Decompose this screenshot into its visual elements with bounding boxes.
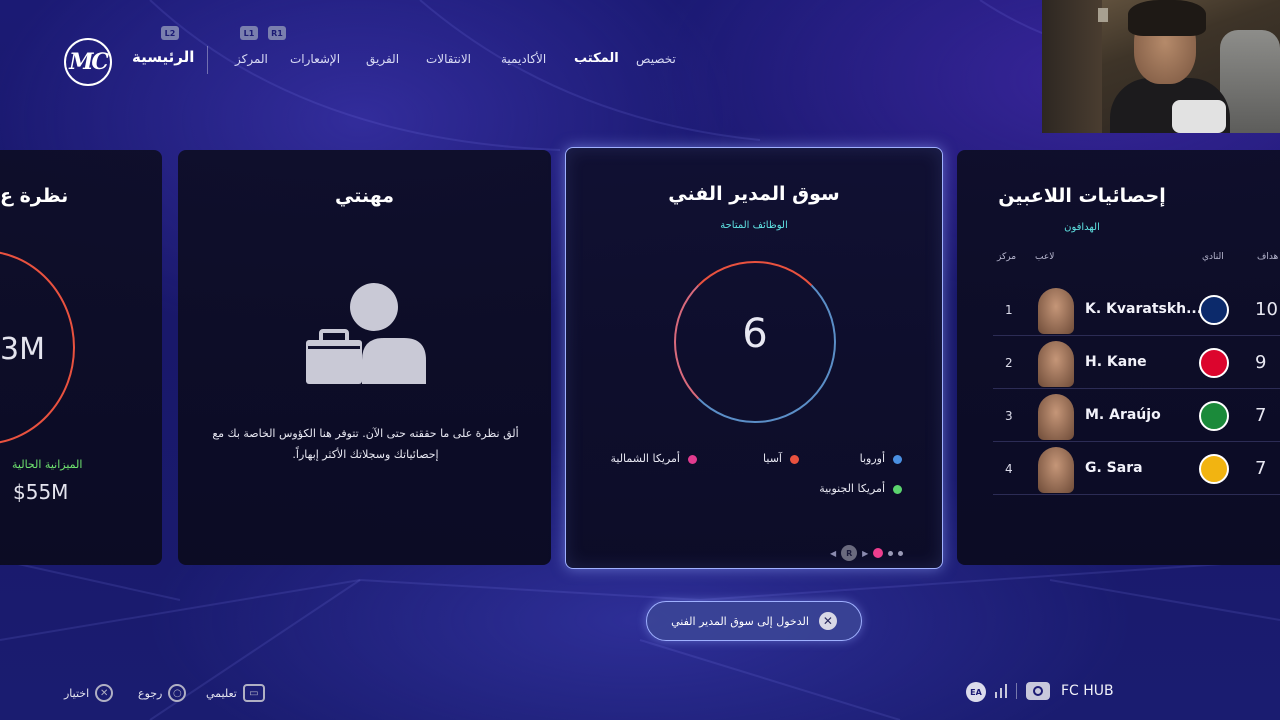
nav-divider	[207, 46, 208, 74]
webcam-frame	[1098, 8, 1108, 22]
player-stats-title: إحصائيات اللاعبين	[998, 185, 1166, 207]
player-name: M. Araújo	[1085, 407, 1161, 423]
player-goals: 7	[1255, 458, 1267, 479]
webcam-shelf	[1042, 0, 1102, 133]
manager-market-card[interactable]: سوق المدير الفني الوظائف المتاحة 6 أوروب…	[565, 147, 943, 569]
nav-item-office[interactable]: المكتب	[574, 51, 619, 66]
cross-button-icon: ✕	[95, 684, 114, 702]
sporting-crest-icon	[1199, 401, 1229, 431]
europe-dot-icon	[893, 454, 902, 464]
stats-header-player: لاعب	[1035, 252, 1055, 262]
touchpad-icon: ▭	[242, 684, 265, 702]
player-name: G. Sara	[1085, 460, 1143, 476]
player-rank: 2	[1005, 356, 1013, 370]
player-name: K. Kvaratskh...	[1085, 301, 1203, 317]
south-america-dot-icon	[893, 484, 902, 494]
player-goals: 10	[1255, 299, 1278, 320]
legend-south-america: أمريكا الجنوبية	[819, 482, 902, 495]
nav-item-customize[interactable]: تخصيص	[636, 52, 676, 66]
enter-manager-market-label: الدخول إلى سوق المدير الفني	[671, 614, 809, 628]
select-hint-label: اختيار	[64, 686, 90, 700]
card-pager[interactable]: ◀ R ▶	[830, 545, 904, 561]
table-row[interactable]: 4 G. Sara 7	[993, 442, 1280, 495]
table-row[interactable]: 1 K. Kvaratskh... 10	[993, 283, 1280, 336]
pager-dot[interactable]	[898, 550, 904, 556]
tutorial-hint-label: تعليمي	[206, 686, 237, 700]
select-hint[interactable]: ✕ اختيار	[64, 684, 114, 702]
player-name: H. Kane	[1085, 354, 1147, 370]
table-row[interactable]: 2 H. Kane 9	[993, 336, 1280, 389]
webcam-overlay	[1042, 0, 1280, 133]
l1-button-hint: L1	[240, 26, 258, 40]
current-budget-label: الميزانية الحالية	[12, 458, 83, 471]
stats-header-goals: هداف	[1257, 252, 1279, 262]
ea-logo-icon: EA	[966, 682, 986, 702]
north-america-dot-icon	[688, 454, 697, 464]
webcam-person-hair	[1128, 0, 1206, 36]
l2-button-hint: L2	[161, 26, 179, 40]
budget-amount-partial: 3M	[0, 332, 45, 367]
top-scorers-label: الهدافون	[1064, 222, 1100, 233]
circle-button-icon: ○	[168, 684, 187, 702]
nav-item-notifications[interactable]: الإشعارات	[290, 52, 340, 66]
player-avatar	[1038, 341, 1074, 387]
player-goals: 9	[1255, 352, 1267, 373]
r1-button-hint: R1	[268, 26, 286, 40]
legend-asia: آسيا	[763, 452, 799, 465]
footer-divider	[1016, 683, 1017, 699]
player-avatar	[1038, 288, 1074, 334]
my-career-description: ألق نظرة على ما حققته حتى الآن. تتوفر هن…	[212, 427, 519, 461]
fc-hub-label[interactable]: FC HUB	[1061, 683, 1114, 699]
available-jobs-count: 6	[742, 311, 768, 357]
webcam-microphone	[1172, 100, 1226, 133]
signal-bars-icon	[995, 684, 1007, 698]
nav-item-team[interactable]: الفريق	[366, 52, 399, 66]
legend-europe-label: أوروبا	[859, 452, 885, 465]
stats-header-rank: مركز	[997, 252, 1017, 262]
stats-header-club: النادي	[1202, 252, 1224, 262]
pager-dot[interactable]	[888, 550, 894, 556]
manager-briefcase-icon	[306, 283, 426, 384]
player-avatar	[1038, 447, 1074, 493]
tutorial-hint[interactable]: ▭ تعليمي	[206, 684, 265, 702]
legend-europe: أوروبا	[860, 452, 902, 465]
player-rank: 3	[1005, 409, 1013, 423]
player-goals: 7	[1255, 405, 1267, 426]
nav-item-academy[interactable]: الأكاديمية	[501, 52, 546, 66]
pager-left-arrow-icon[interactable]: ◀	[830, 549, 836, 558]
my-career-card[interactable]: مهنتي ألق نظرة على ما حققته حتى الآن. تت…	[178, 150, 551, 565]
budget-card-title: نظرة ع	[0, 185, 69, 207]
legend-north-america-label: أمريكا الشمالية	[610, 452, 680, 465]
asia-dot-icon	[790, 454, 799, 464]
pager-dot-active[interactable]	[873, 548, 884, 558]
legend-south-america-label: أمريكا الجنوبية	[819, 482, 885, 495]
pager-right-arrow-icon[interactable]: ▶	[862, 549, 868, 558]
legend-asia-label: آسيا	[763, 452, 782, 465]
player-avatar	[1038, 394, 1074, 440]
legend-north-america: أمريكا الشمالية	[610, 452, 697, 465]
manager-market-title: سوق المدير الفني	[668, 183, 840, 205]
player-rank: 1	[1005, 303, 1013, 317]
player-stats-card[interactable]: إحصائيات اللاعبين الهدافون مركز لاعب الن…	[957, 150, 1280, 565]
nav-item-hub[interactable]: المركز	[235, 52, 268, 66]
back-hint[interactable]: ○ رجوع	[138, 684, 187, 702]
player-rank: 4	[1005, 462, 1013, 476]
my-career-title: مهنتي	[334, 185, 395, 207]
available-jobs-label: الوظائف المتاحة	[720, 220, 788, 231]
table-row[interactable]: 3 M. Araújo 7	[993, 389, 1280, 442]
galatasaray-crest-icon	[1199, 454, 1229, 484]
enter-manager-market-button[interactable]: ✕ الدخول إلى سوق المدير الفني	[646, 601, 862, 641]
bayern-crest-icon	[1199, 348, 1229, 378]
r-stick-icon: R	[841, 545, 858, 561]
cross-button-icon: ✕	[818, 612, 837, 630]
budget-overview-card[interactable]: نظرة ع 3M الميزانية الحالية $55M	[0, 150, 162, 565]
mc-logo: MC	[64, 38, 112, 86]
psg-crest-icon	[1199, 295, 1229, 325]
fc-hub-icon	[1033, 686, 1043, 696]
current-budget-value: $55M	[13, 480, 69, 504]
fc-hub-button[interactable]	[1026, 682, 1050, 700]
nav-home[interactable]: الرئيسية	[132, 48, 194, 66]
nav-item-transfers[interactable]: الانتقالات	[426, 52, 471, 66]
back-hint-label: رجوع	[138, 686, 163, 700]
